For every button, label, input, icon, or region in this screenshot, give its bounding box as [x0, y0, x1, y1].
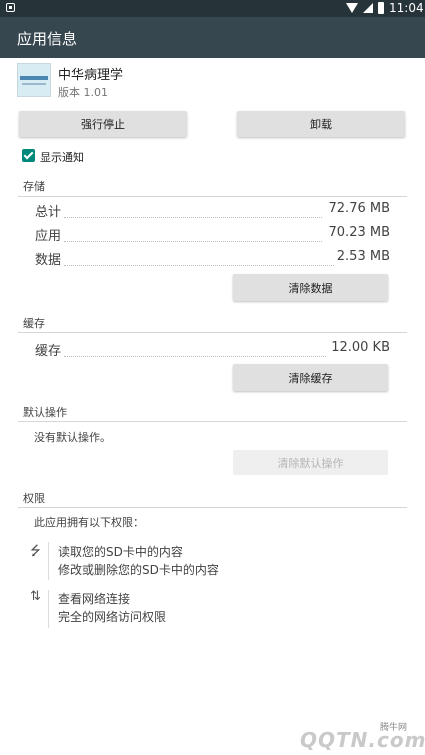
permissions-intro: 此应用拥有以下权限：	[34, 516, 144, 529]
permission-storage-read: 读取您的SD卡中的内容	[58, 545, 183, 559]
storage-app-value: 70.23 MB	[328, 225, 390, 240]
app-name: 中华病理学	[58, 68, 124, 83]
storage-data-value: 2.53 MB	[336, 249, 390, 264]
cache-leader	[64, 356, 326, 357]
cache-header: 缓存	[23, 317, 45, 330]
storage-total-leader	[64, 217, 322, 218]
storage-total-label: 总计	[35, 205, 62, 220]
network-arrows-icon: ⇅	[30, 589, 41, 604]
usb-icon: ⭍	[30, 544, 41, 559]
show-notifications-label[interactable]: 显示通知	[40, 149, 84, 165]
no-defaults-text: 没有默认操作。	[34, 431, 111, 444]
clear-cache-button[interactable]: 清除缓存	[233, 364, 388, 391]
permissions-header: 权限	[23, 492, 45, 505]
defaults-divider	[18, 421, 407, 422]
clock: 11:04	[389, 1, 424, 15]
storage-divider	[18, 196, 407, 197]
permission-network-access: 完全的网络访问权限	[58, 610, 167, 624]
battery-icon	[378, 2, 384, 14]
watermark-name: 腾牛网	[380, 723, 408, 733]
cache-divider	[18, 332, 407, 333]
app-bar: 应用信息	[0, 17, 425, 58]
force-stop-button[interactable]: 强行停止	[19, 111, 187, 137]
storage-app-label: 应用	[35, 229, 62, 244]
app-version: 版本 1.01	[58, 86, 108, 99]
cache-label: 缓存	[35, 344, 62, 359]
storage-data-label: 数据	[35, 253, 62, 268]
clear-data-button[interactable]: 清除数据	[233, 274, 388, 301]
uninstall-button[interactable]: 卸载	[237, 111, 405, 137]
defaults-header: 默认操作	[23, 406, 67, 419]
storage-data-leader	[64, 265, 334, 266]
storage-header: 存储	[23, 180, 45, 193]
permission-storage-write: 修改或删除您的SD卡中的内容	[58, 563, 219, 577]
clear-defaults-button[interactable]: 清除默认操作	[233, 450, 388, 475]
permission-group-divider	[48, 590, 49, 628]
storage-app-leader	[64, 241, 322, 242]
signal-icon	[363, 3, 373, 13]
cache-value: 12.00 KB	[331, 340, 390, 355]
app-icon	[17, 63, 51, 97]
wifi-icon	[346, 3, 358, 13]
storage-total-value: 72.76 MB	[328, 201, 390, 216]
show-notifications-checkbox[interactable]	[22, 149, 35, 162]
page-title: 应用信息	[17, 30, 78, 48]
permission-network-state: 查看网络连接	[58, 592, 131, 606]
status-bar: 11:04	[0, 0, 425, 17]
permission-group-divider	[48, 542, 49, 580]
permissions-divider	[18, 507, 407, 508]
notification-icon	[6, 3, 15, 12]
